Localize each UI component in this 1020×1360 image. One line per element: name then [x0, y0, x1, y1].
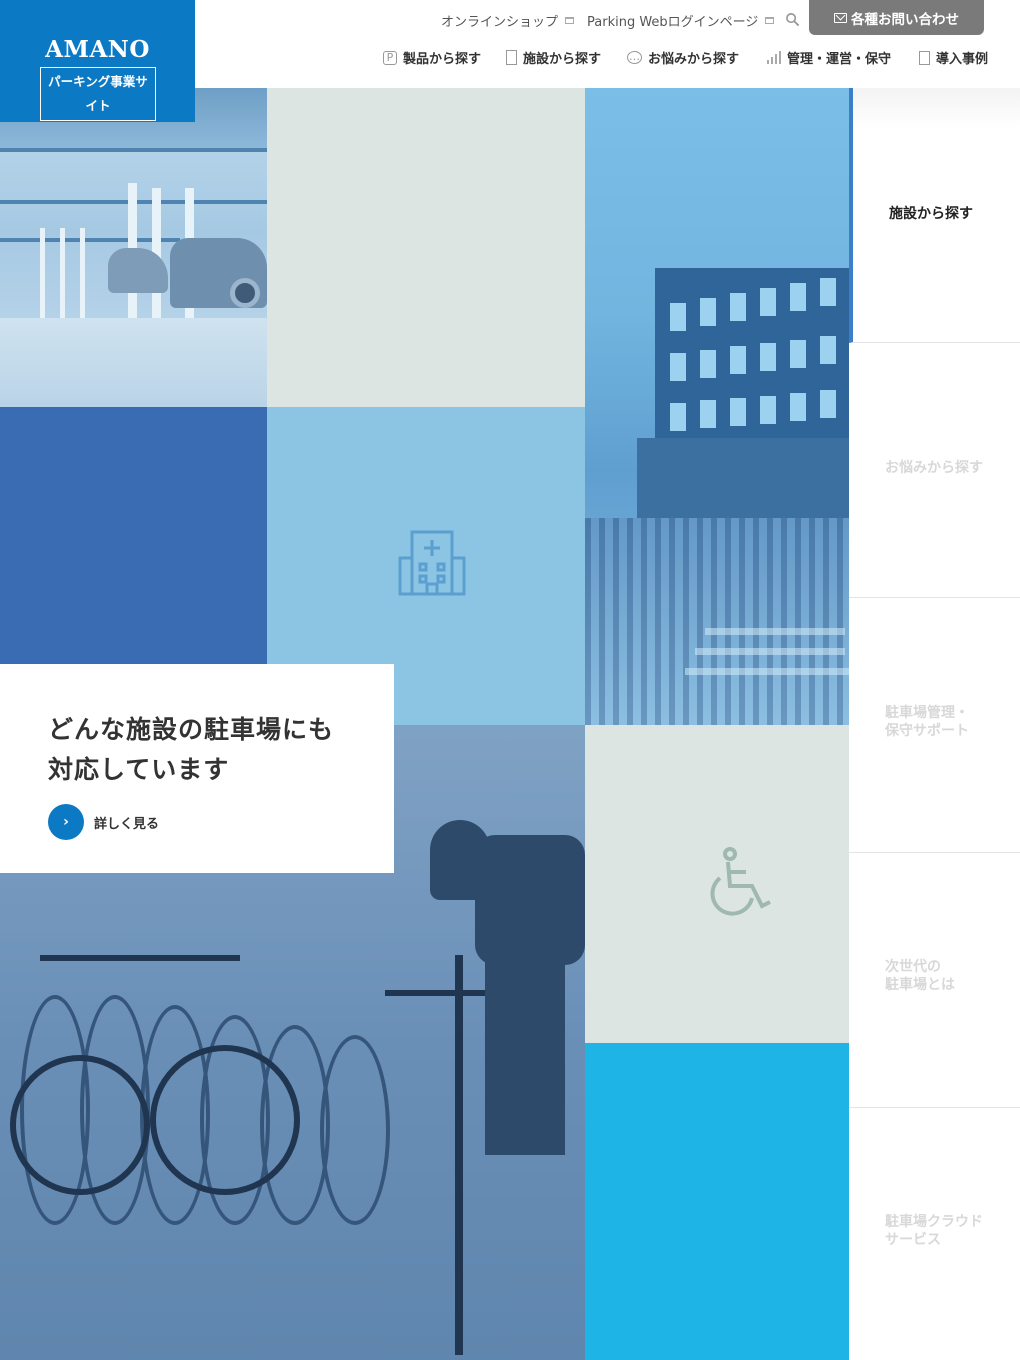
nav-concerns-label: お悩みから探す [648, 52, 740, 67]
nav-facilities-label: 施設から探す [523, 52, 602, 67]
side-tab-next-gen[interactable]: 次世代の 駐車場とは [849, 853, 1020, 1108]
parking-web-login-link[interactable]: Parking Webログインページ [587, 11, 775, 30]
nav-case-studies[interactable]: 導入事例 [919, 48, 988, 67]
side-tab-label: 施設から探す [889, 206, 973, 222]
logo-subtitle: パーキング事業サイト [40, 67, 156, 121]
online-shop-label: オンラインショップ [441, 15, 559, 30]
feature-title-line2: 対応しています [48, 755, 230, 784]
external-link-icon [765, 17, 775, 24]
cyan-tile [585, 1043, 849, 1360]
nav-management-label: 管理・運営・保守 [787, 52, 892, 67]
contact-button[interactable]: 各種お問い合わせ [809, 0, 984, 35]
nav-management[interactable]: 管理・運営・保守 [767, 48, 891, 67]
contact-button-label: 各種お問い合わせ [851, 11, 959, 28]
side-tab-concerns[interactable]: お悩みから探す [849, 343, 1020, 598]
speech-bubble-icon: … [627, 50, 642, 64]
nav-products[interactable]: P 製品から探す [383, 48, 481, 67]
feature-title-line1: どんな施設の駐車場にも [48, 715, 335, 744]
parking-web-login-label: Parking Webログインページ [587, 15, 759, 30]
parking-garage-photo [0, 88, 267, 407]
nav-products-label: 製品から探す [403, 52, 482, 67]
side-tab-label: 駐車場クラウド サービス [885, 1214, 983, 1248]
side-tab-rail: 施設から探す お悩みから探す 駐車場管理・ 保守サポート 次世代の 駐車場とは … [849, 88, 1020, 1360]
feature-card: どんな施設の駐車場にも 対応しています › 詳しく見る [0, 664, 394, 873]
side-tab-label: 駐車場管理・ 保守サポート [885, 705, 969, 739]
nav-facilities[interactable]: 施設から探す [506, 48, 601, 67]
logo-wordmark: AMANO [45, 36, 150, 63]
side-tab-cloud[interactable]: 駐車場クラウド サービス [849, 1108, 1020, 1360]
search-icon[interactable] [785, 12, 800, 27]
chevron-right-icon[interactable]: › [48, 804, 84, 840]
external-link-icon [565, 17, 575, 24]
side-tab-facilities[interactable]: 施設から探す [849, 88, 1020, 343]
side-tab-label: お悩みから探す [885, 460, 983, 476]
pale-tile-top [267, 88, 585, 407]
nav-concerns[interactable]: … お悩みから探す [627, 48, 739, 67]
building-icon [506, 50, 517, 65]
details-link-label: 詳しく見る [94, 816, 160, 832]
document-icon [919, 50, 930, 65]
parking-icon: P [383, 50, 397, 65]
site-logo[interactable]: AMANO パーキング事業サイト [0, 0, 195, 122]
side-tab-label: 次世代の 駐車場とは [885, 959, 955, 993]
details-link[interactable]: › 詳しく見る [48, 804, 159, 840]
online-shop-link[interactable]: オンラインショップ [441, 11, 575, 30]
hospital-icon [398, 530, 466, 596]
city-crowd-photo [585, 88, 849, 725]
side-tab-maintenance[interactable]: 駐車場管理・ 保守サポート [849, 598, 1020, 853]
nav-case-studies-label: 導入事例 [936, 52, 989, 67]
bar-chart-icon [767, 51, 781, 64]
wheelchair-icon [710, 847, 771, 916]
mail-icon [834, 12, 847, 23]
feature-title: どんな施設の駐車場にも 対応しています [48, 710, 378, 790]
dark-blue-tile [0, 407, 267, 664]
